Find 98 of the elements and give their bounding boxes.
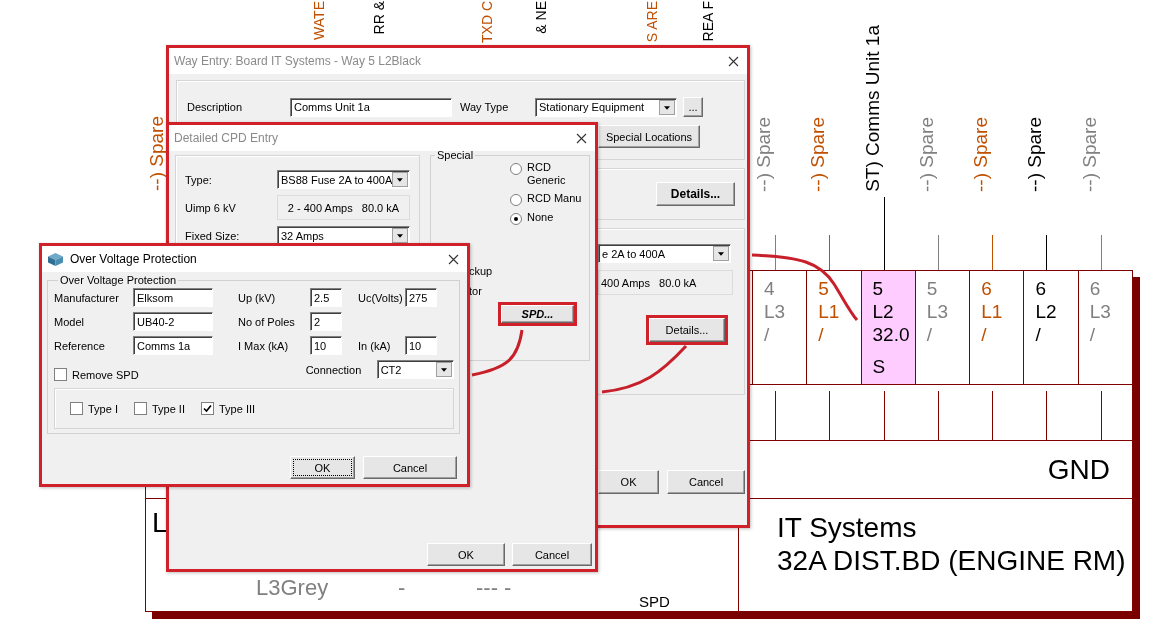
way-cell[interactable]: 6 L1 / [969, 271, 1024, 384]
spd-label: SPD [639, 593, 670, 610]
option-label: ckup [469, 265, 494, 277]
circuit-label: --) Spare [971, 117, 992, 192]
circuit-label: ST) Comms Unit 1a [862, 25, 883, 192]
radio-button[interactable] [510, 194, 522, 206]
way-cell[interactable]: 4 L3 / [751, 271, 807, 384]
cancel-button[interactable]: Cancel [512, 543, 592, 566]
special-locations-button[interactable]: Special Locations [598, 125, 700, 148]
circuit-label: --) Spare [1025, 117, 1046, 192]
checkbox-label: Type II [151, 402, 185, 415]
field-label: In (kA) [358, 339, 392, 352]
text-field[interactable]: Comms 1a [133, 336, 213, 355]
text-field[interactable]: 10 [405, 336, 437, 355]
text-field[interactable]: 10 [310, 336, 342, 355]
details-button[interactable]: Details... [649, 318, 725, 342]
circuit-label: --) Spare [808, 117, 829, 192]
connection-dropdown[interactable]: CT2 [376, 360, 454, 379]
circuit-label: RR & [370, 1, 388, 35]
way-cell[interactable]: 5 L1 / [806, 271, 861, 384]
option-label: RCD Generic [527, 161, 567, 187]
field-label: Type: [185, 173, 213, 186]
close-icon[interactable] [448, 253, 459, 265]
way-type-dropdown[interactable]: Stationary Equipment [535, 97, 677, 117]
checkbox[interactable] [70, 402, 83, 415]
circuit-label: --) Spare [1079, 117, 1100, 192]
ok-button[interactable]: OK [598, 470, 660, 494]
cube-icon [47, 251, 64, 267]
ok-button[interactable]: OK [290, 456, 355, 479]
option-label: tor [469, 285, 483, 297]
circuit-label: & NE [532, 1, 550, 34]
way-cell[interactable]: 5 L3 / [914, 271, 970, 384]
board-description: 32A DIST.BD (ENGINE RM) [777, 544, 1126, 577]
field-label: No of Poles [238, 315, 296, 328]
phase-value: - [398, 575, 406, 601]
radio-button[interactable] [510, 163, 522, 175]
description-field[interactable]: Comms Unit 1a [290, 97, 452, 117]
field-label: Fixed Size: [185, 229, 241, 242]
field-label: Reference [54, 339, 106, 352]
option-label: None [527, 211, 555, 224]
earth-label: GND [1047, 453, 1110, 486]
dialog-title: Way Entry: Board IT Systems - Way 5 L2Black [174, 54, 422, 68]
board-name: IT Systems [777, 511, 917, 544]
group-title: Special [436, 149, 475, 161]
dialog-title: Detailed CPD Entry [174, 131, 280, 145]
field-label: I Max (kA) [238, 339, 290, 352]
circuit-label: WATE [310, 1, 328, 40]
circuit-label: REA F [699, 1, 717, 42]
field-label: Manufacturer [54, 291, 120, 304]
caret-icon [435, 362, 452, 377]
circuit-label: --) Spare [916, 117, 937, 192]
checkbox[interactable] [201, 402, 214, 415]
spd-button[interactable]: SPD... [501, 305, 574, 323]
close-icon[interactable] [576, 132, 587, 144]
caret-icon [713, 246, 729, 261]
field-label: Up (kV) [238, 291, 277, 304]
device-type-dropdown[interactable]: e 2A to 400A [598, 244, 731, 263]
caret-icon [659, 99, 675, 115]
field-label: Connection [305, 363, 363, 376]
phase-label: L3Grey [256, 575, 329, 601]
radio-button[interactable] [510, 213, 522, 225]
rating-readout: 400 Amps 80.0 kA [598, 270, 733, 295]
phase-label: L [152, 507, 168, 539]
field-label: Uc(Volts) [358, 291, 404, 304]
field-label: Uimp 6 kV [185, 201, 237, 214]
leader-line [471, 329, 524, 377]
field-label: Model [54, 315, 85, 328]
caret-icon [392, 172, 408, 187]
way-cell[interactable]: 6 L3 / [1077, 271, 1133, 384]
close-icon[interactable] [728, 55, 739, 67]
text-field[interactable]: 2.5 [310, 288, 342, 307]
text-field[interactable]: UB40-2 [133, 312, 213, 331]
phase-value: --- - [476, 575, 512, 601]
checkbox[interactable] [133, 402, 147, 415]
rating-readout: 2 - 400 Amps 80.0 kA [277, 195, 410, 220]
option-label: RCD Manu [527, 192, 582, 205]
details-button[interactable]: Details... [656, 182, 735, 206]
checkbox-label: Type III [219, 402, 256, 415]
text-field[interactable]: 275 [405, 288, 437, 307]
group-title: Over Voltage Protection [59, 274, 178, 286]
circuit-label: S ARE [643, 1, 661, 43]
type-dropdown[interactable]: BS88 Fuse 2A to 400A [277, 170, 410, 189]
checkbox-label: Type I [88, 402, 118, 415]
circuit-label: TXD C [478, 1, 496, 43]
dialog-title: Over Voltage Protection [70, 252, 198, 266]
way-cell[interactable]: 6 L2 / [1023, 271, 1078, 384]
checkbox-label: Remove SPD [72, 368, 139, 381]
text-field[interactable]: 2 [310, 312, 342, 331]
circuit-label: --) Spare [754, 117, 774, 192]
cancel-button[interactable]: Cancel [363, 456, 457, 479]
checkbox[interactable] [54, 368, 67, 381]
field-label: Way Type [460, 101, 510, 113]
way-cell[interactable]: 5 L2 32.0 S [860, 271, 915, 384]
cancel-button[interactable]: Cancel [667, 470, 745, 494]
text-field[interactable]: Elksom [133, 288, 213, 307]
ok-button[interactable]: OK [427, 543, 505, 566]
browse-button[interactable]: ... [683, 97, 703, 117]
field-label: Description [187, 101, 244, 113]
